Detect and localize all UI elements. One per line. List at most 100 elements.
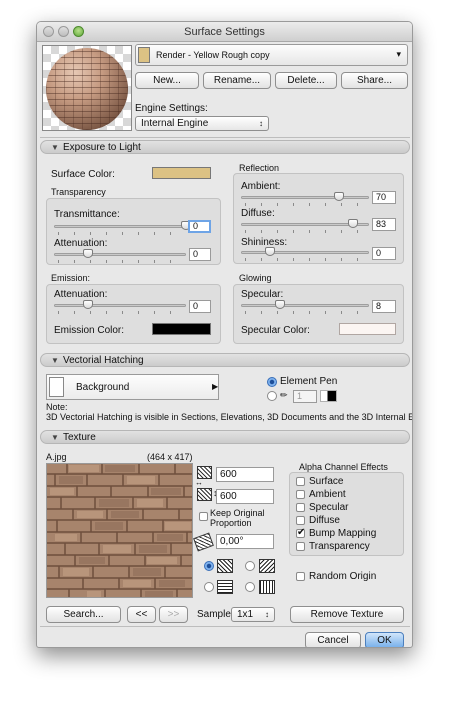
texture-align-pattern-icon (217, 559, 233, 573)
attenuation-field[interactable]: 0 (189, 248, 211, 261)
alpha-specular-label: Specular (309, 502, 349, 513)
alpha-ambient-checkbox[interactable] (296, 490, 305, 499)
emission-color-swatch[interactable] (152, 323, 211, 335)
surface-selector[interactable]: Render - Yellow Rough copy ▾ (135, 44, 408, 66)
section-title: Texture (63, 432, 96, 443)
alpha-specular-checkbox[interactable] (296, 503, 305, 512)
texture-angle-field[interactable]: 0,00° (216, 534, 274, 549)
new-button[interactable]: New... (135, 72, 199, 89)
ambient-label: Ambient: (241, 181, 281, 192)
engine-select-value: Internal Engine (141, 118, 209, 129)
alpha-transparency-label: Transparency (309, 541, 370, 552)
shininess-field[interactable]: 0 (372, 247, 396, 260)
keep-proportion-label: Keep Original Proportion (210, 508, 265, 528)
diffuse-label: Diffuse: (241, 208, 275, 219)
alpha-bump-mapping-checkbox[interactable] (296, 527, 305, 538)
chevron-right-icon: ▶ (212, 382, 219, 391)
glowing-group-label: Glowing (239, 273, 272, 283)
keep-proportion-checkbox[interactable] (199, 512, 208, 521)
pen-color-swatch[interactable] (320, 390, 337, 402)
cancel-button[interactable]: Cancel (305, 632, 361, 647)
emission-attenuation-field[interactable]: 0 (189, 300, 211, 313)
emission-attenuation-slider-track[interactable] (54, 304, 186, 307)
transmittance-slider-track[interactable] (54, 225, 186, 228)
section-exposure-to-light[interactable]: ▼ Exposure to Light (40, 140, 410, 154)
alpha-surface-checkbox[interactable] (296, 477, 305, 486)
ambient-slider-track[interactable] (241, 196, 369, 199)
shininess-label: Shininess: (241, 237, 288, 248)
emission-attenuation-label: Attenuation: (54, 289, 108, 300)
surface-name: Render - Yellow Rough copy (156, 50, 270, 60)
section-texture[interactable]: ▼ Texture (40, 430, 410, 444)
pen-number-field[interactable]: 1 (293, 390, 317, 403)
element-pen-label: Element Pen (280, 376, 338, 387)
share-button[interactable]: Share... (341, 72, 408, 89)
attenuation-label: Attenuation: (54, 238, 108, 249)
ambient-slider-thumb[interactable] (334, 192, 344, 201)
surface-color-swatch[interactable] (152, 167, 211, 179)
surface-color-label: Surface Color: (51, 169, 115, 180)
previous-texture-button[interactable]: << (127, 606, 156, 623)
ambient-field[interactable]: 70 (372, 191, 396, 204)
section-title: Vectorial Hatching (63, 355, 144, 366)
slider-ticks (245, 203, 367, 206)
random-origin-checkbox[interactable] (296, 572, 305, 581)
attenuation-slider-thumb[interactable] (83, 249, 93, 258)
surface-swatch (138, 47, 150, 63)
diffuse-slider-thumb[interactable] (348, 219, 358, 228)
transmittance-label: Transmittance: (54, 209, 120, 220)
specular-label: Specular: (241, 289, 284, 300)
pen-icon: ✏ (280, 390, 288, 400)
slider-ticks (245, 230, 367, 233)
texture-preview (46, 463, 193, 598)
texture-height-field[interactable]: 600 (216, 489, 274, 504)
alpha-ambient-label: Ambient (309, 489, 346, 500)
disclosure-triangle-icon: ▼ (51, 356, 59, 365)
stone-texture-image (47, 464, 192, 597)
next-texture-button[interactable]: >> (159, 606, 188, 623)
engine-settings-label: Engine Settings: (135, 103, 208, 114)
alpha-transparency-checkbox[interactable] (296, 542, 305, 551)
slider-ticks (58, 260, 184, 263)
width-arrow-icon: ↔ (195, 478, 203, 487)
emission-group-label: Emission: (51, 273, 91, 283)
custom-pen-radio[interactable] (267, 391, 277, 401)
engine-select[interactable]: Internal Engine ↕ (135, 116, 269, 131)
random-origin-label: Random Origin (309, 571, 377, 582)
sample-select[interactable]: 1x1 ↕ (231, 607, 275, 622)
specular-slider-track[interactable] (241, 304, 369, 307)
background-label: Background (76, 382, 130, 393)
sample-select-value: 1x1 (237, 609, 254, 620)
specular-color-swatch[interactable] (339, 323, 396, 335)
specular-slider-thumb[interactable] (275, 300, 285, 309)
specular-field[interactable]: 8 (372, 300, 396, 313)
ok-button[interactable]: OK (365, 632, 404, 647)
shininess-slider-track[interactable] (241, 251, 369, 254)
transparency-group-label: Transparency (51, 187, 106, 197)
attenuation-slider-track[interactable] (54, 253, 186, 256)
transmittance-field[interactable]: 0 (188, 220, 211, 233)
texture-align-radio-4[interactable] (245, 582, 255, 592)
search-texture-button[interactable]: Search... (46, 606, 121, 623)
texture-align-radio-3[interactable] (204, 582, 214, 592)
diffuse-field[interactable]: 83 (372, 218, 396, 231)
texture-dimensions: (464 x 417) (147, 452, 193, 462)
section-title: Exposure to Light (63, 142, 141, 153)
section-vectorial-hatching[interactable]: ▼ Vectorial Hatching (40, 353, 410, 367)
delete-button[interactable]: Delete... (275, 72, 337, 89)
alpha-diffuse-label: Diffuse (309, 515, 340, 526)
disclosure-triangle-icon: ▼ (51, 433, 59, 442)
element-pen-radio[interactable] (267, 377, 277, 387)
texture-angle-icon (193, 532, 214, 552)
texture-align-radio-2[interactable] (245, 561, 255, 571)
remove-texture-button[interactable]: Remove Texture (290, 606, 404, 623)
emission-attenuation-slider-thumb[interactable] (83, 300, 93, 309)
shininess-slider-thumb[interactable] (265, 247, 275, 256)
texture-align-radio-1[interactable] (204, 561, 214, 571)
background-pattern-selector[interactable]: Background ▶ (46, 374, 219, 400)
rename-button[interactable]: Rename... (203, 72, 271, 89)
pattern-swatch (49, 377, 64, 397)
texture-width-field[interactable]: 600 (216, 467, 274, 482)
alpha-diffuse-checkbox[interactable] (296, 516, 305, 525)
window-title: Surface Settings (184, 26, 265, 38)
